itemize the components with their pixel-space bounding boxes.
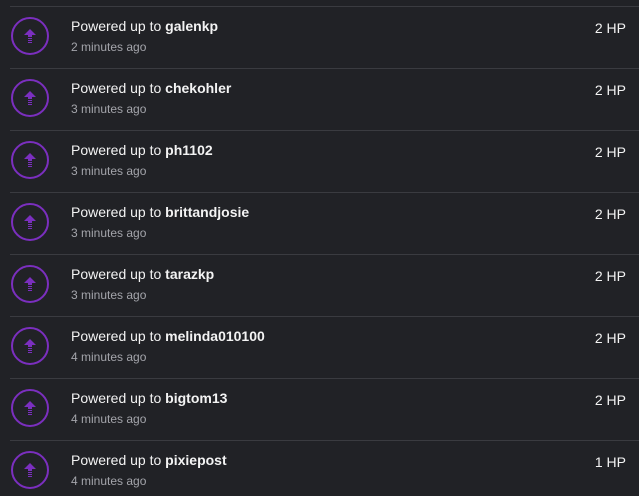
hp-amount: 2 HP xyxy=(594,268,626,284)
activity-row[interactable]: Powered up to brittandjosie 3 minutes ag… xyxy=(10,192,639,253)
power-up-icon xyxy=(11,327,49,365)
activity-action: Powered up to xyxy=(71,204,166,220)
activity-timestamp: 3 minutes ago xyxy=(71,102,147,116)
power-up-icon xyxy=(11,265,49,303)
power-up-icon xyxy=(11,79,49,117)
activity-row[interactable]: Powered up to pixiepost 4 minutes ago 1 … xyxy=(10,440,639,496)
recipient-username[interactable]: bigtom13 xyxy=(165,390,227,406)
activity-title: Powered up to tarazkp xyxy=(71,266,214,282)
activity-title: Powered up to melinda010100 xyxy=(71,328,265,344)
activity-title: Powered up to chekohler xyxy=(71,80,231,96)
hp-amount: 1 HP xyxy=(594,454,626,470)
recipient-username[interactable]: tarazkp xyxy=(165,266,214,282)
hp-amount: 2 HP xyxy=(594,330,626,346)
recipient-username[interactable]: brittandjosie xyxy=(165,204,249,220)
activity-action: Powered up to xyxy=(71,142,166,158)
activity-row[interactable]: Powered up to galenkp 2 minutes ago 2 HP xyxy=(10,6,639,67)
activity-timestamp: 4 minutes ago xyxy=(71,412,147,426)
activity-title: Powered up to pixiepost xyxy=(71,452,227,468)
recipient-username[interactable]: galenkp xyxy=(165,18,218,34)
recipient-username[interactable]: ph1102 xyxy=(165,142,212,158)
activity-timestamp: 2 minutes ago xyxy=(71,40,147,54)
hp-amount: 2 HP xyxy=(594,20,626,36)
recipient-username[interactable]: melinda010100 xyxy=(165,328,265,344)
activity-action: Powered up to xyxy=(71,266,166,282)
hp-amount: 2 HP xyxy=(594,82,626,98)
activity-row[interactable]: Powered up to melinda010100 4 minutes ag… xyxy=(10,316,639,377)
recipient-username[interactable]: chekohler xyxy=(165,80,231,96)
activity-timestamp: 3 minutes ago xyxy=(71,164,147,178)
activity-action: Powered up to xyxy=(71,18,166,34)
power-up-icon xyxy=(11,203,49,241)
activity-title: Powered up to brittandjosie xyxy=(71,204,249,220)
activity-title: Powered up to galenkp xyxy=(71,18,218,34)
activity-action: Powered up to xyxy=(71,328,166,344)
activity-action: Powered up to xyxy=(71,452,166,468)
activity-row[interactable]: Powered up to tarazkp 3 minutes ago 2 HP xyxy=(10,254,639,315)
recipient-username[interactable]: pixiepost xyxy=(165,452,226,468)
power-up-icon xyxy=(11,17,49,55)
activity-row[interactable]: Powered up to ph1102 3 minutes ago 2 HP xyxy=(10,130,639,191)
power-up-activity-list: Powered up to galenkp 2 minutes ago 2 HP… xyxy=(0,0,639,496)
activity-timestamp: 4 minutes ago xyxy=(71,350,147,364)
hp-amount: 2 HP xyxy=(594,206,626,222)
activity-title: Powered up to bigtom13 xyxy=(71,390,227,406)
activity-timestamp: 3 minutes ago xyxy=(71,226,147,240)
activity-row[interactable]: Powered up to bigtom13 4 minutes ago 2 H… xyxy=(10,378,639,439)
activity-timestamp: 3 minutes ago xyxy=(71,288,147,302)
activity-action: Powered up to xyxy=(71,390,166,406)
activity-row[interactable]: Powered up to chekohler 3 minutes ago 2 … xyxy=(10,68,639,129)
activity-action: Powered up to xyxy=(71,80,166,96)
hp-amount: 2 HP xyxy=(594,392,626,408)
activity-timestamp: 4 minutes ago xyxy=(71,474,147,488)
power-up-icon xyxy=(11,141,49,179)
power-up-icon xyxy=(11,389,49,427)
hp-amount: 2 HP xyxy=(594,144,626,160)
activity-title: Powered up to ph1102 xyxy=(71,142,213,158)
power-up-icon xyxy=(11,451,49,489)
